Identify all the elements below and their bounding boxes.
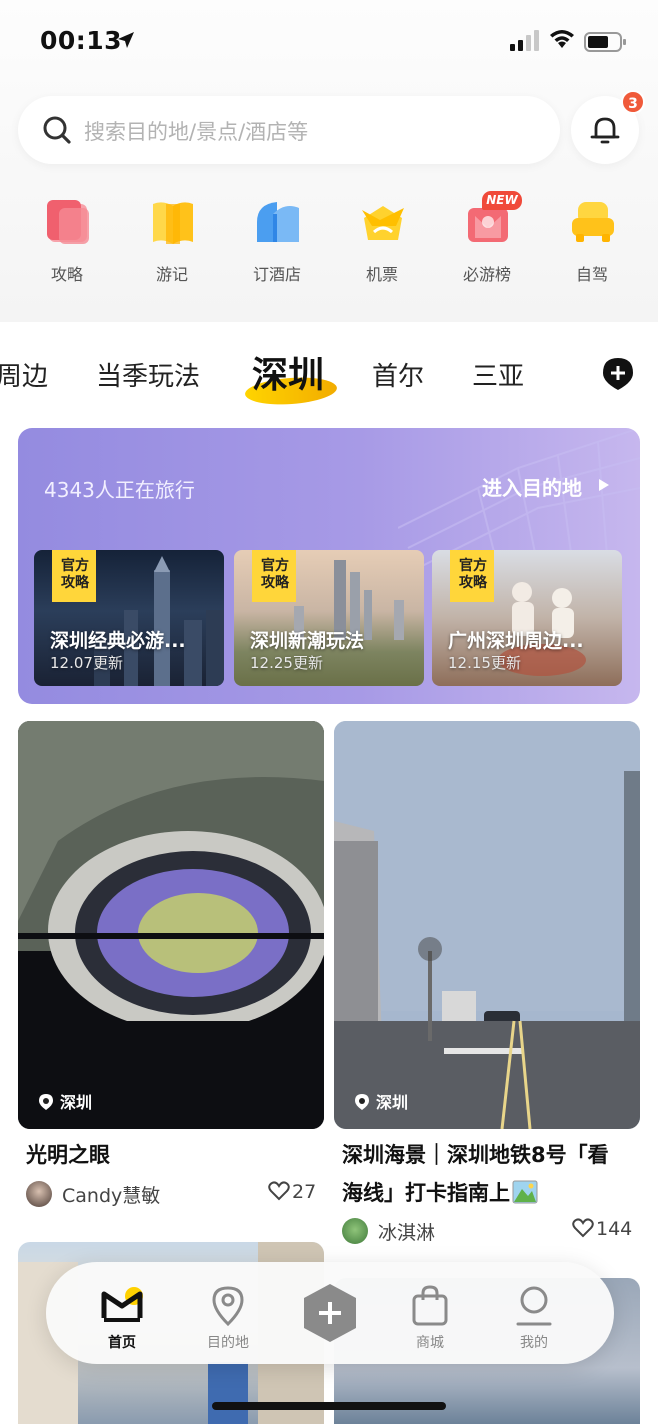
- traveler-count: 4343人正在旅行: [44, 478, 195, 502]
- location-pin-icon: [39, 1094, 53, 1110]
- tab-seasonal[interactable]: 当季玩法: [96, 356, 200, 393]
- nav-label: 我的: [520, 1335, 548, 1351]
- seaside-street-photo-image: [334, 721, 640, 1129]
- destination-banner[interactable]: 4343人正在旅行 进入目的地 官方攻略 深圳经典必游... 12.07更新 官…: [18, 428, 640, 704]
- feed-card-image[interactable]: 深圳: [334, 721, 640, 1129]
- quick-action-label: 必游榜: [462, 265, 511, 284]
- feed-title-line: 海线」打卡指南上: [342, 1174, 638, 1212]
- quick-action-travelogue[interactable]: 游记: [127, 198, 217, 288]
- nav-destination[interactable]: 目的地: [188, 1280, 268, 1351]
- quick-action-label: 机票: [365, 265, 398, 284]
- location-tag: 深圳: [354, 1089, 408, 1113]
- destination-icon: [212, 1286, 244, 1327]
- feed-card-image[interactable]: 深圳: [18, 721, 324, 1129]
- play-arrow-icon: [599, 479, 609, 491]
- quick-action-guide[interactable]: 攻略: [22, 198, 112, 288]
- status-bar: 00:13: [0, 0, 658, 84]
- nav-home[interactable]: 首页: [82, 1280, 162, 1351]
- guide-card-updated: 12.07更新: [50, 654, 123, 672]
- tab-nearby[interactable]: 周边: [0, 356, 48, 393]
- nav-profile[interactable]: 我的: [494, 1280, 574, 1351]
- quick-action-label: 订酒店: [252, 265, 301, 284]
- quick-action-hotel[interactable]: 订酒店: [232, 198, 322, 288]
- location-tag: 深圳: [38, 1089, 92, 1113]
- location-arrow-icon: [118, 32, 134, 48]
- home-icon: [101, 1287, 143, 1322]
- tab-seoul[interactable]: 首尔: [372, 356, 424, 393]
- app-screen: 00:13 搜索目的地/景点/酒店等 3 攻略 游记 订酒店 机票 必游榜 NE…: [0, 0, 658, 1424]
- search-placeholder: 搜索目的地/景点/酒店等: [84, 120, 309, 144]
- nav-label: 目的地: [207, 1335, 249, 1351]
- official-guide-badge: 官方攻略: [450, 550, 494, 602]
- guide-card-updated: 12.25更新: [250, 654, 323, 672]
- heart-icon: [572, 1218, 594, 1238]
- guide-card-title: 深圳经典必游...: [50, 630, 186, 652]
- travelogue-icon: [153, 202, 193, 244]
- tab-sanya[interactable]: 三亚: [472, 356, 524, 393]
- tab-shenzhen[interactable]: 深圳: [252, 346, 324, 398]
- notification-button[interactable]: 3: [571, 90, 645, 164]
- author-name[interactable]: Candy慧敏: [62, 1181, 160, 1208]
- add-tab-icon[interactable]: [600, 356, 636, 392]
- publish-icon: [304, 1284, 356, 1342]
- quick-action-ranking[interactable]: 必游榜: [442, 198, 532, 288]
- guide-card[interactable]: 官方攻略 深圳新潮玩法 12.25更新: [234, 550, 424, 686]
- bottom-navigation: 首页 目的地 商城 我的: [46, 1262, 614, 1364]
- bell-icon: [590, 117, 620, 144]
- destination-tabs: 周边 当季玩法 首尔 三亚: [0, 336, 658, 412]
- new-badge: NEW: [482, 191, 522, 210]
- landscape-emoji-icon: [512, 1180, 538, 1204]
- quick-action-label: 游记: [155, 265, 188, 284]
- nav-publish[interactable]: [290, 1280, 370, 1350]
- flight-icon: [362, 206, 404, 240]
- guide-card[interactable]: 官方攻略 深圳经典必游... 12.07更新: [34, 550, 224, 686]
- guide-card-title: 深圳新潮玩法: [250, 630, 365, 652]
- like-count[interactable]: 27: [268, 1181, 316, 1203]
- feed-card-title[interactable]: 光明之眼: [26, 1136, 110, 1174]
- heart-icon: [268, 1181, 290, 1201]
- guide-card-updated: 12.15更新: [448, 654, 521, 672]
- shop-icon: [412, 1285, 448, 1326]
- avatar[interactable]: [342, 1218, 368, 1244]
- enter-destination-link[interactable]: 进入目的地: [482, 472, 582, 501]
- location-pin-icon: [355, 1094, 369, 1110]
- author-name[interactable]: 冰淇淋: [378, 1218, 435, 1245]
- self-drive-icon: [572, 202, 614, 242]
- hotel-icon: [257, 202, 299, 242]
- official-guide-badge: 官方攻略: [52, 550, 96, 602]
- search-icon: [43, 116, 71, 144]
- quick-action-label: 攻略: [50, 265, 83, 284]
- avatar[interactable]: [26, 1181, 52, 1207]
- battery-icon: [584, 32, 626, 52]
- nav-label: 商城: [416, 1335, 444, 1351]
- architecture-photo-image: [18, 721, 324, 1129]
- search-input[interactable]: 搜索目的地/景点/酒店等: [18, 96, 560, 164]
- feed-title-line: 深圳海景｜深圳地铁8号「看: [342, 1143, 609, 1167]
- notification-badge: 3: [621, 90, 645, 114]
- guide-card-title: 广州深圳周边...: [448, 630, 584, 652]
- nav-label: 首页: [108, 1335, 136, 1351]
- home-indicator: [212, 1402, 446, 1410]
- guide-card[interactable]: 官方攻略 广州深圳周边... 12.15更新: [432, 550, 622, 686]
- quick-action-self-drive[interactable]: 自驾: [547, 198, 637, 288]
- nav-shop[interactable]: 商城: [390, 1280, 470, 1351]
- profile-icon: [516, 1286, 552, 1326]
- guide-icon: [47, 200, 89, 244]
- cellular-signal-icon: [510, 30, 539, 51]
- like-count[interactable]: 144: [572, 1218, 632, 1240]
- quick-action-label: 自驾: [575, 265, 608, 284]
- wifi-icon: [550, 30, 574, 48]
- feed-card-title[interactable]: 深圳海景｜深圳地铁8号「看 海线」打卡指南上: [342, 1136, 638, 1212]
- quick-action-flight[interactable]: 机票: [337, 198, 427, 288]
- official-guide-badge: 官方攻略: [252, 550, 296, 602]
- status-time: 00:13: [40, 26, 123, 55]
